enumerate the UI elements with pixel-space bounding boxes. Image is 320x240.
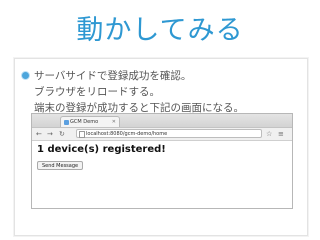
address-bar[interactable]: localhost:8080/gcm-demo/home (76, 129, 262, 138)
browser-toolbar: ← → ↻ localhost:8080/gcm-demo/home ☆ ≡ (32, 128, 292, 141)
bullet-text: サーバサイドで登録成功を確認。 (34, 70, 192, 82)
bullet-list: サーバサイドで登録成功を確認。 ブラウザをリロードする。 端末の登録が成功すると… (22, 68, 244, 116)
close-icon[interactable]: ✕ (112, 117, 116, 128)
reload-icon[interactable]: ↻ (59, 129, 65, 139)
bullet-text: ブラウザをリロードする。 (34, 86, 160, 98)
url-text: localhost:8080/gcm-demo/home (86, 131, 168, 137)
menu-icon[interactable]: ≡ (278, 129, 284, 139)
page-content: 1 device(s) registered! Send Message (32, 141, 292, 208)
send-message-button[interactable]: Send Message (37, 161, 84, 170)
tab-title: GCM Demo (70, 119, 99, 125)
star-icon[interactable]: ☆ (266, 129, 272, 139)
back-icon[interactable]: ← (36, 129, 42, 139)
browser-titlebar: GCM Demo ✕ (32, 114, 292, 128)
page-icon (79, 131, 85, 138)
bullet-item: ブラウザをリロードする。 (34, 84, 244, 100)
bullet-dot-icon (22, 72, 29, 79)
browser-tab[interactable]: GCM Demo ✕ (60, 116, 120, 127)
forward-icon[interactable]: → (47, 129, 53, 139)
slide-title: 動かしてみる (76, 15, 244, 46)
favicon-icon (64, 120, 69, 125)
page-heading: 1 device(s) registered! (37, 144, 166, 155)
browser-window: GCM Demo ✕ ← → ↻ localhost:8080/gcm-demo… (31, 113, 293, 209)
bullet-item: サーバサイドで登録成功を確認。 (22, 68, 244, 84)
